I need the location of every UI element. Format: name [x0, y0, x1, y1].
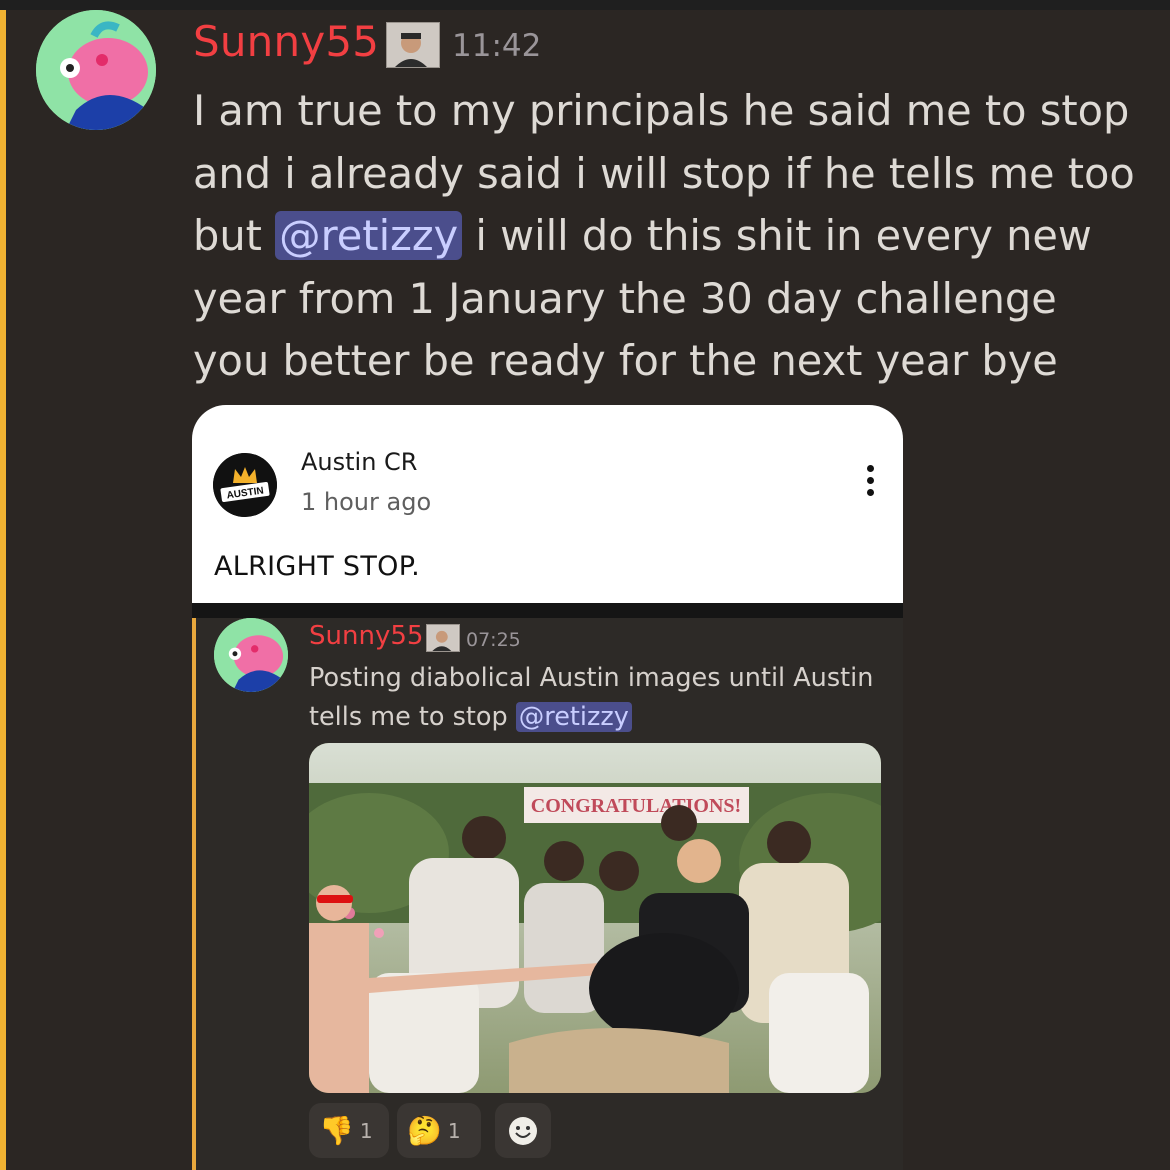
group-photo-illustration: CONGRATULATIONS!	[309, 743, 881, 1093]
screenshot-divider	[192, 603, 903, 618]
username[interactable]: Sunny55	[193, 17, 379, 66]
thinking-face-icon: 🤔	[407, 1114, 442, 1147]
smiley-icon	[509, 1116, 537, 1145]
user-mention[interactable]: @retizzy	[275, 211, 463, 260]
thumbs-down-icon: 👎	[319, 1114, 354, 1147]
channel-avatar: AUSTIN	[213, 453, 277, 517]
quoted-message-text: Posting diabolical Austin images until A…	[309, 659, 879, 736]
user-avatar[interactable]	[36, 10, 156, 130]
quoted-highlight-bar	[192, 618, 196, 1170]
reaction-count: 1	[447, 1118, 461, 1143]
comment-time: 1 hour ago	[301, 488, 432, 516]
more-options-icon	[866, 465, 876, 497]
avatar-character-icon	[214, 618, 288, 692]
quoted-timestamp: 07:25	[466, 629, 521, 651]
message-timestamp: 11:42	[452, 28, 542, 64]
top-strip	[0, 0, 1170, 10]
quoted-username: Sunny55	[309, 621, 424, 651]
reaction-thumbs-down[interactable]: 👎 1	[309, 1103, 389, 1158]
banner-text: CONGRATULATIONS!	[531, 795, 741, 817]
message-text: I am true to my principals he said me to…	[193, 80, 1138, 393]
reaction-count: 1	[359, 1118, 373, 1143]
quoted-user-avatar	[214, 618, 288, 692]
mention-highlight-bar	[0, 10, 6, 1170]
crown-logo-icon: AUSTIN	[213, 453, 277, 517]
channel-name: Austin CR	[301, 448, 418, 476]
user-badge-icon	[386, 22, 440, 68]
comment-text: ALRIGHT STOP.	[214, 551, 420, 582]
reaction-thinking[interactable]: 🤔 1	[397, 1103, 481, 1158]
add-reaction-button[interactable]	[495, 1103, 551, 1158]
quoted-user-badge-icon	[426, 624, 460, 652]
avatar-character-icon	[36, 10, 156, 130]
embedded-comment-screenshot: AUSTIN Austin CR 1 hour ago ALRIGHT STOP…	[192, 405, 903, 603]
quoted-user-mention: @retizzy	[515, 701, 632, 732]
attached-image: CONGRATULATIONS!	[309, 743, 881, 1093]
